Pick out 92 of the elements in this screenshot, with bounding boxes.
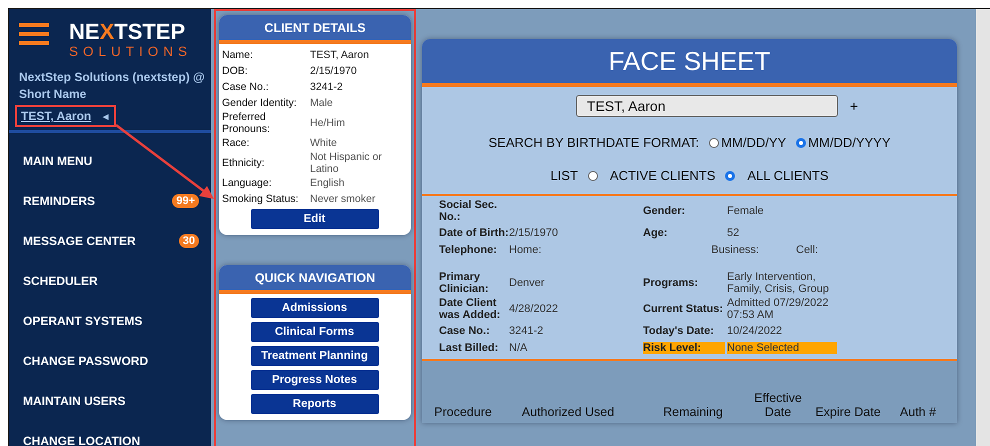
menu-item-label: OPERANT SYSTEMS xyxy=(23,314,142,328)
field-value: 2/15/1970 xyxy=(310,65,357,77)
menu-item[interactable]: MAIN MENU xyxy=(9,141,211,181)
radio-option[interactable]: ALL CLIENTS xyxy=(725,168,829,183)
column-header: Effective Date xyxy=(753,391,803,419)
field-label: Social Sec. No.: xyxy=(439,199,498,223)
card-title: QUICK NAVIGATION xyxy=(219,265,411,294)
field-label: Programs: xyxy=(643,277,700,289)
field-value: None Selected xyxy=(727,342,837,354)
field-label: Date Client was Added: xyxy=(439,297,502,321)
menu-item[interactable]: OPERANT SYSTEMS xyxy=(9,301,211,341)
field-label: Case No.: xyxy=(439,324,491,336)
field-value: Female xyxy=(727,205,765,217)
field-value: White xyxy=(310,137,337,149)
field-value: He/Him xyxy=(310,117,346,129)
option-label: SEARCH BY BIRTHDATE FORMAT: xyxy=(488,135,700,150)
field-label: Primary Clinician: xyxy=(439,271,490,295)
field-label: Ethnicity: xyxy=(222,157,266,169)
radio-option[interactable]: MM/DD/YY xyxy=(709,135,786,150)
client-link[interactable]: TEST, Aaron ◄ xyxy=(15,105,116,127)
menu-item[interactable]: CHANGE PASSWORD xyxy=(9,341,211,381)
field-label: Risk Level: xyxy=(643,342,725,354)
page-title: FACE SHEET xyxy=(422,39,957,87)
field-label: Smoking Status: xyxy=(222,193,300,205)
field-value: Admitted 07/29/2022 07:53 AM xyxy=(727,297,830,321)
menu-icon[interactable] xyxy=(19,23,49,45)
column-header: Authorized Used xyxy=(520,405,616,419)
column-header: Auth # xyxy=(898,405,938,419)
field-value: Not Hispanic or Latino xyxy=(310,151,383,175)
menu-item[interactable]: MAINTAIN USERS xyxy=(9,381,211,421)
field-label: Date of Birth: xyxy=(439,226,509,238)
field-value: 4/28/2022 xyxy=(509,303,559,315)
menu-item[interactable]: MESSAGE CENTER 30 xyxy=(9,221,211,261)
column-header: Remaining xyxy=(662,405,724,419)
menu-item-label: MAINTAIN USERS xyxy=(23,394,126,408)
column-header: Expire Date xyxy=(814,405,882,419)
menu-item-label: CHANGE PASSWORD xyxy=(23,354,148,368)
field-value: 2/15/1970 xyxy=(509,226,559,238)
field-label: Language: xyxy=(222,177,273,189)
menu-item[interactable]: REMINDERS 99+ xyxy=(9,181,211,221)
field-value: 3241-2 xyxy=(310,81,343,93)
add-button[interactable]: + xyxy=(850,98,858,114)
field-label: Preferred Pronouns: xyxy=(222,111,271,135)
field-value: 10/24/2022 xyxy=(727,324,784,336)
field-label: Home: xyxy=(509,244,542,256)
logo-wordmark: NEXTSTEP xyxy=(69,19,186,45)
field-value: Denver xyxy=(509,277,546,289)
field-label: Name: xyxy=(222,49,254,61)
field-value: TEST, Aaron xyxy=(310,49,369,61)
client-search-field[interactable]: TEST, Aaron xyxy=(576,95,838,117)
navigation-button[interactable]: Reports xyxy=(250,394,378,414)
menu-item[interactable]: CHANGE LOCATION xyxy=(9,421,211,446)
field-label: Age: xyxy=(643,226,668,238)
field-label: Today's Date: xyxy=(643,324,715,336)
navigation-button[interactable]: Admissions xyxy=(250,298,378,318)
navigation-button[interactable]: Progress Notes xyxy=(250,370,378,390)
scrollbar[interactable] xyxy=(976,9,990,446)
field-value: Early Intervention, Family, Crisis, Group xyxy=(727,271,830,295)
field-label: Gender Identity: xyxy=(222,97,298,109)
option-label: LIST xyxy=(550,168,578,183)
field-label: Cell: xyxy=(796,244,818,256)
field-label: Business: xyxy=(710,244,759,256)
field-value: Never smoker xyxy=(310,193,376,205)
field-value: Male xyxy=(310,97,333,109)
field-label: Last Billed: xyxy=(439,342,500,354)
menu-item-label: SCHEDULER xyxy=(23,274,98,288)
count-badge: 99+ xyxy=(172,194,199,208)
radio-option[interactable]: MM/DD/YYYY xyxy=(796,135,891,150)
menu-item-label: MESSAGE CENTER xyxy=(23,234,136,248)
field-label: Current Status: xyxy=(643,303,724,315)
card-title: CLIENT DETAILS xyxy=(219,15,411,44)
menu-item-label: CHANGE LOCATION xyxy=(23,434,140,446)
edit-button[interactable]: Edit xyxy=(250,209,378,229)
field-label: DOB: xyxy=(222,65,249,77)
field-label: Telephone: xyxy=(439,244,498,256)
field-value: 3241-2 xyxy=(509,324,544,336)
field-label: Race: xyxy=(222,137,250,149)
field-label: Case No.: xyxy=(222,81,270,93)
menu-item[interactable]: SCHEDULER xyxy=(9,261,211,301)
count-badge: 30 xyxy=(178,234,199,248)
navigation-button[interactable]: Treatment Planning xyxy=(250,346,378,366)
organization-name: NextStep Solutions (nextstep) @ Short Name xyxy=(18,69,206,103)
field-value: English xyxy=(310,177,344,189)
navigation-button[interactable]: Clinical Forms xyxy=(250,322,378,342)
menu-item-label: MAIN MENU xyxy=(23,154,92,168)
column-header: Procedure xyxy=(433,405,493,419)
field-value: 52 xyxy=(727,226,740,238)
menu-item-label: REMINDERS xyxy=(23,194,96,208)
field-label: Gender: xyxy=(643,205,686,217)
logo-subtitle: SOLUTIONS xyxy=(69,45,192,59)
radio-option[interactable]: ACTIVE CLIENTS xyxy=(588,168,716,183)
field-value: N/A xyxy=(509,342,528,354)
